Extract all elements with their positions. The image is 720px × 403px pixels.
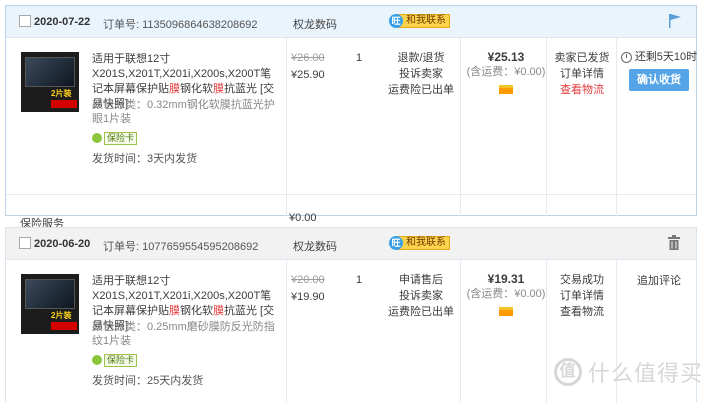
- wangwang-icon: 旺: [389, 236, 403, 250]
- order-total: ¥19.31 (含运费：¥0.00): [466, 272, 546, 319]
- insurance-service-price: ¥0.00: [289, 212, 317, 224]
- trash-icon[interactable]: [667, 235, 681, 254]
- quantity: 1: [356, 274, 363, 286]
- divider: [616, 38, 617, 216]
- order-body: 2片装 适用于联想12寸X201S,X201T,X201i,X200s,X200…: [6, 38, 698, 230]
- contact-label: 和我联系: [397, 236, 450, 250]
- product-spec: 颜色分类：0.25mm磨砂膜防反光防指纹1片装: [92, 321, 275, 347]
- order-card-1: 2020-07-22 订单号: 1135096864638208692 权龙数码…: [5, 5, 698, 230]
- insurance-card-badge[interactable]: 保险卡: [92, 353, 138, 367]
- view-logistics-link[interactable]: 查看物流: [548, 304, 616, 320]
- divider: [460, 260, 461, 403]
- contact-seller-button[interactable]: 旺 和我联系: [389, 14, 450, 28]
- thumb-red-strip: [51, 322, 77, 330]
- contact-seller-button[interactable]: 旺 和我联系: [389, 236, 450, 250]
- payment-card-icon: [499, 307, 513, 316]
- product-thumbnail[interactable]: 2片装: [21, 52, 79, 112]
- complain-link[interactable]: 投诉卖家: [382, 288, 460, 304]
- order-header: 2020-06-20 订单号: 1077659554595208692 权龙数码…: [6, 228, 696, 260]
- wangwang-icon: 旺: [389, 14, 403, 28]
- total-amount: ¥19.31: [487, 272, 525, 286]
- order-actions: 还剩5天10时 确认收货: [620, 50, 698, 91]
- order-status: 交易成功 订单详情 查看物流: [548, 272, 616, 320]
- quantity: 1: [356, 52, 363, 64]
- divider: [286, 38, 287, 216]
- divider: [546, 38, 547, 216]
- shipping-fee: (含运费：¥0.00): [466, 288, 546, 300]
- thumb-screen: [25, 57, 75, 87]
- insurance-card-badge[interactable]: 保险卡: [92, 131, 138, 145]
- unit-price: ¥25.90: [291, 69, 325, 81]
- order-checkbox[interactable]: [19, 237, 31, 249]
- refund-link[interactable]: 退款/退货: [382, 50, 460, 66]
- after-sale-link[interactable]: 申请售后: [382, 272, 460, 288]
- product-spec: 颜色分类：0.32mm钢化软膜抗蓝光护眼1片装: [92, 99, 275, 125]
- watermark: 值 什么值得买: [554, 356, 703, 388]
- freight-insurance-link[interactable]: 运费险已出单: [382, 304, 460, 320]
- ship-time: 发货时间：3天内发货: [92, 153, 198, 165]
- thumb-screen: [25, 279, 75, 309]
- order-number: 订单号: 1077659554595208692: [103, 241, 259, 253]
- shipping-fee: (含运费：¥0.00): [466, 66, 546, 78]
- order-detail-link[interactable]: 订单详情: [548, 288, 616, 304]
- thumb-red-strip: [51, 100, 77, 108]
- status-text: 卖家已发货: [554, 52, 610, 64]
- view-logistics-link[interactable]: 查看物流: [548, 82, 616, 98]
- original-price: ¥20.00: [291, 274, 325, 286]
- divider: [286, 260, 287, 403]
- thumb-badge: 2片装: [51, 311, 72, 320]
- order-total: ¥25.13 (含运费：¥0.00): [466, 50, 546, 97]
- order-checkbox[interactable]: [19, 15, 31, 27]
- original-price: ¥26.00: [291, 52, 325, 64]
- divider: [460, 38, 461, 216]
- order-status: 卖家已发货 订单详情 查看物流: [548, 50, 616, 98]
- flag-icon[interactable]: [668, 13, 682, 32]
- confirm-receipt-button[interactable]: 确认收货: [629, 69, 689, 91]
- insurance-icon: [92, 133, 102, 143]
- order-actions: 追加评论: [620, 272, 698, 288]
- thumb-badge: 2片装: [51, 89, 72, 98]
- order-date: 2020-06-20: [34, 238, 91, 250]
- divider: [546, 260, 547, 403]
- ship-time: 发货时间：25天内发货: [92, 375, 204, 387]
- product-thumbnail[interactable]: 2片装: [21, 274, 79, 334]
- watermark-text: 什么值得买: [588, 361, 704, 386]
- service-links: 退款/退货 投诉卖家 运费险已出单: [382, 50, 460, 98]
- status-text: 交易成功: [560, 274, 604, 286]
- clock-icon: [620, 52, 632, 63]
- freight-insurance-link[interactable]: 运费险已出单: [382, 82, 460, 98]
- unit-price: ¥19.90: [291, 291, 325, 303]
- shop-name[interactable]: 权龙数码: [293, 238, 337, 254]
- payment-card-icon: [499, 85, 513, 94]
- watermark-logo: 值: [554, 358, 582, 386]
- order-detail-link[interactable]: 订单详情: [548, 66, 616, 82]
- contact-label: 和我联系: [397, 14, 450, 28]
- shop-name[interactable]: 权龙数码: [293, 16, 337, 32]
- append-review-link[interactable]: 追加评论: [620, 272, 698, 288]
- complain-link[interactable]: 投诉卖家: [382, 66, 460, 82]
- remaining-time: 还剩5天10时: [620, 50, 698, 65]
- insurance-icon: [92, 355, 102, 365]
- total-amount: ¥25.13: [487, 50, 525, 64]
- order-date: 2020-07-22: [34, 16, 91, 28]
- order-header: 2020-07-22 订单号: 1135096864638208692 权龙数码…: [6, 6, 696, 38]
- order-number: 订单号: 1135096864638208692: [103, 19, 258, 31]
- service-links: 申请售后 投诉卖家 运费险已出单: [382, 272, 460, 320]
